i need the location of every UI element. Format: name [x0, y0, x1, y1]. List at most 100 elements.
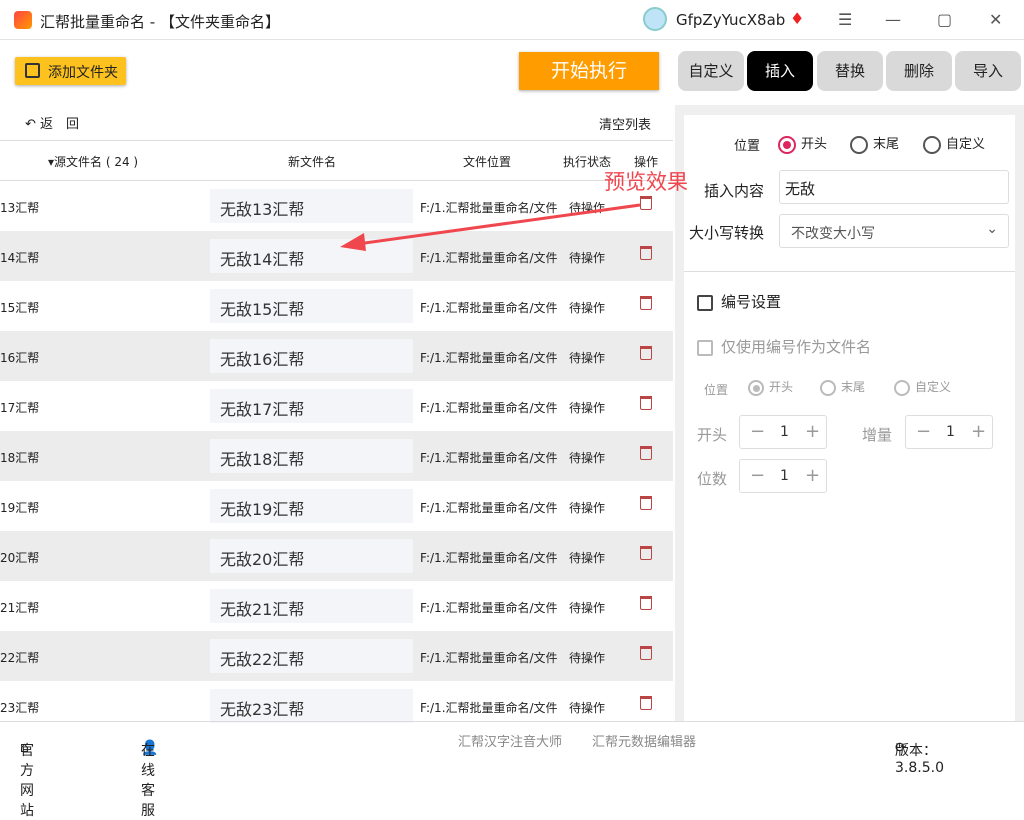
source-name: 18汇帮 — [0, 451, 40, 465]
divider — [684, 271, 1015, 272]
vip-diamond-icon[interactable]: ♦ — [790, 9, 804, 28]
table-row[interactable]: 22汇帮 无敌22汇帮 F:/1.汇帮批量重命名/文件 待操作 — [0, 631, 673, 681]
tab-replace[interactable]: 替换 — [817, 51, 883, 91]
header-location: 文件位置 — [463, 155, 512, 169]
radio-icon — [778, 135, 796, 154]
delete-icon[interactable] — [640, 596, 652, 610]
table-row[interactable]: 17汇帮 无敌17汇帮 F:/1.汇帮批量重命名/文件 待操作 — [0, 381, 673, 431]
position-label: 位置 — [734, 139, 761, 154]
tab-delete[interactable]: 删除 — [886, 51, 952, 91]
step-stepper[interactable]: −1 + — [905, 415, 993, 449]
table-row[interactable]: 16汇帮 无敌16汇帮 F:/1.汇帮批量重命名/文件 待操作 — [0, 331, 673, 381]
radio-icon — [850, 135, 868, 154]
tab-custom[interactable]: 自定义 — [678, 51, 744, 91]
radio-icon — [923, 135, 941, 154]
radio-icon — [894, 379, 910, 396]
new-name: 无敌19汇帮 — [210, 489, 413, 523]
status: 待操作 — [569, 701, 606, 715]
website-label: 官方网站 — [20, 743, 34, 819]
app-title: 汇帮批量重命名 - 【文件夹重命名】 — [40, 13, 280, 31]
source-name: 13汇帮 — [0, 201, 40, 215]
status: 待操作 — [569, 351, 606, 365]
status: 待操作 — [569, 301, 606, 315]
table-row[interactable]: 19汇帮 无敌19汇帮 F:/1.汇帮批量重命名/文件 待操作 — [0, 481, 673, 531]
num-radio-end[interactable]: 末尾 — [820, 378, 865, 396]
checkbox-icon — [697, 294, 713, 311]
num-radio-custom[interactable]: 自定义 — [894, 378, 951, 396]
delete-icon[interactable] — [640, 496, 652, 510]
case-label: 大小写转换 — [689, 224, 765, 242]
clear-list-button[interactable]: 清空列表 — [599, 114, 651, 133]
file-location: F:/1.汇帮批量重命名/文件 — [420, 701, 558, 715]
close-icon[interactable]: ✕ — [989, 10, 1002, 29]
digits-stepper[interactable]: −1 + — [739, 459, 827, 493]
maximize-icon[interactable]: ▢ — [937, 10, 952, 29]
avatar[interactable] — [643, 7, 667, 31]
delete-icon[interactable] — [640, 346, 652, 360]
radio-label: 开头 — [801, 137, 828, 152]
back-button[interactable]: ↶ 返 回 — [25, 113, 79, 132]
new-name: 无敌18汇帮 — [210, 439, 413, 473]
radio-label: 末尾 — [873, 137, 900, 152]
table-row[interactable]: 15汇帮 无敌15汇帮 F:/1.汇帮批量重命名/文件 待操作 — [0, 281, 673, 331]
minimize-icon[interactable]: — — [885, 10, 901, 29]
file-location: F:/1.汇帮批量重命名/文件 — [420, 551, 558, 565]
support-label: 在线客服 — [141, 743, 155, 819]
checkbox-icon — [697, 339, 713, 356]
tab-import[interactable]: 导入 — [955, 51, 1021, 91]
header-new: 新文件名 — [288, 155, 337, 169]
table-row[interactable]: 20汇帮 无敌20汇帮 F:/1.汇帮批量重命名/文件 待操作 — [0, 531, 673, 581]
version-label: 版本：3.8.5.0 — [895, 743, 944, 776]
file-location: F:/1.汇帮批量重命名/文件 — [420, 501, 558, 515]
file-location: F:/1.汇帮批量重命名/文件 — [420, 301, 558, 315]
back-label: 返 回 — [40, 117, 80, 132]
add-folder-button[interactable]: 添加文件夹 — [15, 57, 126, 85]
username[interactable]: GfpZyYucX8ab — [676, 11, 785, 29]
tab-insert[interactable]: 插入 — [747, 51, 813, 91]
radio-end[interactable]: 末尾 — [850, 133, 899, 154]
start-label: 开头 — [697, 426, 728, 444]
radio-icon — [748, 379, 764, 396]
status: 待操作 — [569, 401, 606, 415]
radio-label: 末尾 — [841, 380, 866, 394]
new-name: 无敌23汇帮 — [210, 689, 413, 723]
file-location: F:/1.汇帮批量重命名/文件 — [420, 601, 558, 615]
table-row[interactable]: 18汇帮 无敌18汇帮 F:/1.汇帮批量重命名/文件 待操作 — [0, 431, 673, 481]
new-name: 无敌20汇帮 — [210, 539, 413, 573]
new-name: 无敌22汇帮 — [210, 639, 413, 673]
insert-content-label: 插入内容 — [704, 182, 765, 200]
start-button[interactable]: 开始执行 — [519, 52, 659, 90]
case-select[interactable]: 不改变大小写 ⌄ — [779, 214, 1009, 248]
radio-label: 自定义 — [946, 137, 986, 152]
delete-icon[interactable] — [640, 446, 652, 460]
digits-value: 1 — [780, 468, 789, 484]
header-source[interactable]: ▾源文件名 ( 24 ) — [48, 153, 138, 170]
footer-link-2[interactable]: 汇帮元数据编辑器 — [592, 731, 696, 750]
file-location: F:/1.汇帮批量重命名/文件 — [420, 351, 558, 365]
numbering-checkbox[interactable]: 编号设置 — [697, 291, 781, 312]
file-location: F:/1.汇帮批量重命名/文件 — [420, 401, 558, 415]
delete-icon[interactable] — [640, 296, 652, 310]
only-number-label: 仅使用编号作为文件名 — [721, 338, 872, 356]
delete-icon[interactable] — [640, 546, 652, 560]
delete-icon[interactable] — [640, 696, 652, 710]
add-folder-label: 添加文件夹 — [48, 65, 118, 81]
menu-icon[interactable]: ☰ — [838, 10, 852, 29]
step-value: 1 — [946, 424, 955, 440]
source-name: 15汇帮 — [0, 301, 40, 315]
insert-content-input[interactable]: 无敌 — [779, 170, 1009, 204]
digits-label: 位数 — [697, 470, 728, 488]
radio-label: 开头 — [769, 380, 794, 394]
footer-link-1[interactable]: 汇帮汉字注音大师 — [458, 731, 562, 750]
delete-icon[interactable] — [640, 646, 652, 660]
table-row[interactable]: 21汇帮 无敌21汇帮 F:/1.汇帮批量重命名/文件 待操作 — [0, 581, 673, 631]
source-name: 21汇帮 — [0, 601, 40, 615]
only-number-checkbox[interactable]: 仅使用编号作为文件名 — [697, 336, 871, 357]
radio-icon — [820, 379, 836, 396]
radio-start[interactable]: 开头 — [778, 133, 827, 154]
start-stepper[interactable]: −1 + — [739, 415, 827, 449]
source-name: 16汇帮 — [0, 351, 40, 365]
radio-custom[interactable]: 自定义 — [923, 133, 985, 154]
delete-icon[interactable] — [640, 396, 652, 410]
num-radio-start[interactable]: 开头 — [748, 378, 793, 396]
